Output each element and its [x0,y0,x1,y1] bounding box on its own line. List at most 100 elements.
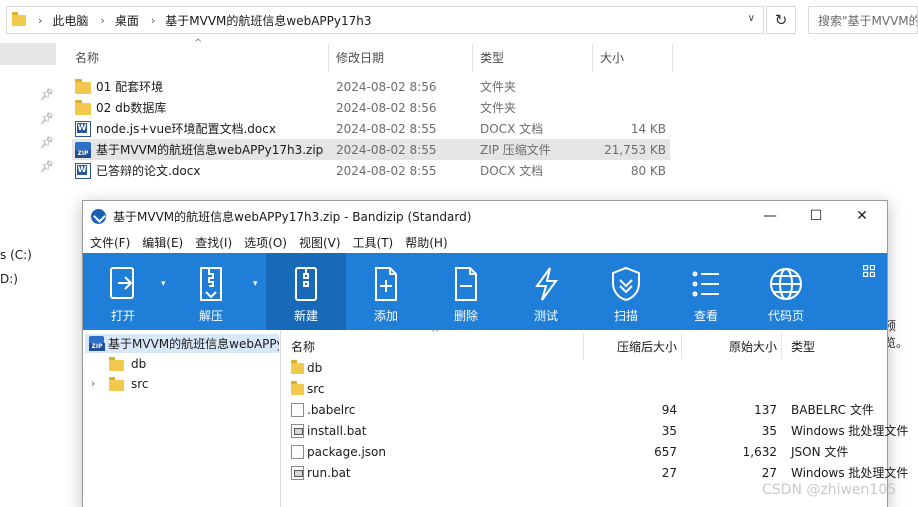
chevron-down-icon[interactable]: ∨ [748,13,755,24]
menu-view[interactable]: 视图(V) [299,234,341,251]
minimize-button[interactable]: — [747,201,793,231]
maximize-button[interactable]: ☐ [793,201,839,231]
folder-icon [291,360,304,374]
open-button[interactable]: 打开 [83,253,163,330]
menu-tools[interactable]: 工具(T) [353,234,394,251]
file-size: 21,753 KB [604,142,666,157]
folder-icon [109,356,124,371]
new-archive-button[interactable]: 新建 [266,253,346,330]
codepage-button[interactable]: 代码页 [746,253,826,330]
new-archive-label: 新建 [293,309,318,323]
add-label: 添加 [373,309,398,323]
archive-file-list: ^ 名称 压缩后大小 原始大小 类型 db src .babelrc 94 13… [283,328,908,507]
menu-file[interactable]: 文件(F) [90,234,130,251]
layout-grid-icon[interactable] [863,265,875,277]
delete-icon [455,267,477,301]
list-item[interactable]: install.bat 35 35 Windows 批处理文件 [283,420,908,441]
entry-type: JSON 文件 [791,445,849,459]
nav-selected-item[interactable] [0,43,56,65]
tree-root-archive[interactable]: 基于MVVM的航班信息webAPPy17h3.zip [85,334,279,353]
list-item[interactable]: .babelrc 94 137 BABELRC 文件 [283,399,887,420]
column-header-type[interactable]: 类型 [791,338,815,355]
file-name: 已答辩的论文.docx [96,164,201,178]
entry-compressed-size: 94 [661,402,677,417]
add-button[interactable]: 添加 [346,253,426,330]
open-dropdown-arrow[interactable]: ▾ [161,279,166,289]
test-button[interactable]: 测试 [506,253,586,330]
codepage-label: 代码页 [767,309,804,323]
file-type: DOCX 文档 [480,122,544,136]
entry-compressed-size: 35 [661,423,677,438]
column-divider[interactable] [592,44,593,72]
file-row[interactable]: 01 配套环境 2024-08-02 8:56 文件夹 [72,76,670,97]
column-header-original[interactable]: 原始大小 [729,338,777,355]
search-input[interactable]: 搜索"基于MVVM的... [808,6,918,34]
view-button[interactable]: 查看 [666,253,746,330]
maximize-icon: ☐ [809,208,823,224]
extract-dropdown-arrow[interactable]: ▾ [253,279,258,289]
nav-drive-c[interactable]: s (C:) [0,248,32,262]
minimize-icon: — [763,208,777,224]
pin-icon: 📌︎ [40,136,54,149]
delete-button[interactable]: 删除 [426,253,506,330]
list-item[interactable]: package.json 657 1,632 JSON 文件 [283,441,887,462]
column-divider[interactable] [672,44,673,72]
entry-type: BABELRC 文件 [791,403,874,417]
menu-edit[interactable]: 编辑(E) [142,234,183,251]
entry-original-size: 137 [754,402,777,417]
list-item[interactable]: db [283,357,887,378]
scan-button[interactable]: 扫描 [586,253,666,330]
file-row[interactable]: 02 db数据库 2024-08-02 8:56 文件夹 [72,97,670,118]
menu-help[interactable]: 帮助(H) [405,234,447,251]
column-header-type[interactable]: 类型 [480,49,504,66]
tree-node-src[interactable]: src [109,376,149,391]
file-date: 2024-08-02 8:55 [336,163,437,178]
breadcrumb-this-pc[interactable]: 此电脑 [52,12,88,29]
view-label: 查看 [693,309,718,323]
list-item[interactable]: run.bat 27 27 Windows 批处理文件 [283,462,908,483]
entry-name: db [307,360,323,375]
column-header-name[interactable]: 名称 [291,338,315,355]
file-row[interactable]: 已答辩的论文.docx 2024-08-02 8:55 DOCX 文档 80 K… [72,160,670,181]
nav-drive-d[interactable]: D:) [0,272,18,286]
column-header-date[interactable]: 修改日期 [336,49,384,66]
column-header-size[interactable]: 大小 [600,49,624,66]
tree-node-db[interactable]: db [109,356,146,371]
extract-button[interactable]: 解压 [171,253,251,330]
entry-name: install.bat [307,423,367,438]
chevron-right-icon[interactable]: › [91,377,95,390]
column-divider[interactable] [472,44,473,72]
folder-tree: 基于MVVM的航班信息webAPPy17h3.zip db › src [83,330,281,507]
list-item[interactable]: src [283,378,887,399]
file-size: 80 KB [630,163,666,178]
chevron-right-icon[interactable]: › [151,14,155,27]
column-divider[interactable] [781,333,782,359]
entry-original-size: 27 [761,465,777,480]
bandizip-window: 基于MVVM的航班信息webAPPy17h3.zip - Bandizip (S… [82,200,908,507]
breadcrumb-desktop[interactable]: 桌面 [115,12,139,29]
column-divider[interactable] [328,44,329,72]
breadcrumb-current-folder[interactable]: 基于MVVM的航班信息webAPPy17h3 [165,12,371,29]
address-bar[interactable]: › 此电脑 › 桌面 › 基于MVVM的航班信息webAPPy17h3 ∨ [6,6,764,34]
column-header-compressed[interactable]: 压缩后大小 [617,338,677,355]
scan-icon [612,266,640,302]
column-header-name[interactable]: 名称 [75,49,99,66]
menu-bar: 文件(F) 编辑(E) 查找(I) 选项(O) 视图(V) 工具(T) 帮助(H… [83,231,887,253]
column-divider[interactable] [681,333,682,359]
word-doc-icon [75,120,91,137]
menu-find[interactable]: 查找(I) [195,234,232,251]
chevron-right-icon[interactable]: › [38,14,42,27]
close-button[interactable]: ✕ [839,201,885,231]
column-divider[interactable] [583,333,584,359]
file-row-selected[interactable]: 基于MVVM的航班信息webAPPy17h3.zip 2024-08-02 8:… [72,139,670,160]
zip-archive-icon [89,336,105,351]
file-name: 02 db数据库 [96,101,167,115]
test-label: 测试 [533,309,558,323]
menu-options[interactable]: 选项(O) [244,234,287,251]
file-row[interactable]: node.js+vue环境配置文档.docx 2024-08-02 8:55 D… [72,118,670,139]
chevron-right-icon[interactable]: › [100,14,104,27]
entry-compressed-size: 27 [661,465,677,480]
add-icon [375,267,397,301]
title-bar[interactable]: 基于MVVM的航班信息webAPPy17h3.zip - Bandizip (S… [83,201,887,231]
refresh-button[interactable]: ↻ [766,6,796,34]
